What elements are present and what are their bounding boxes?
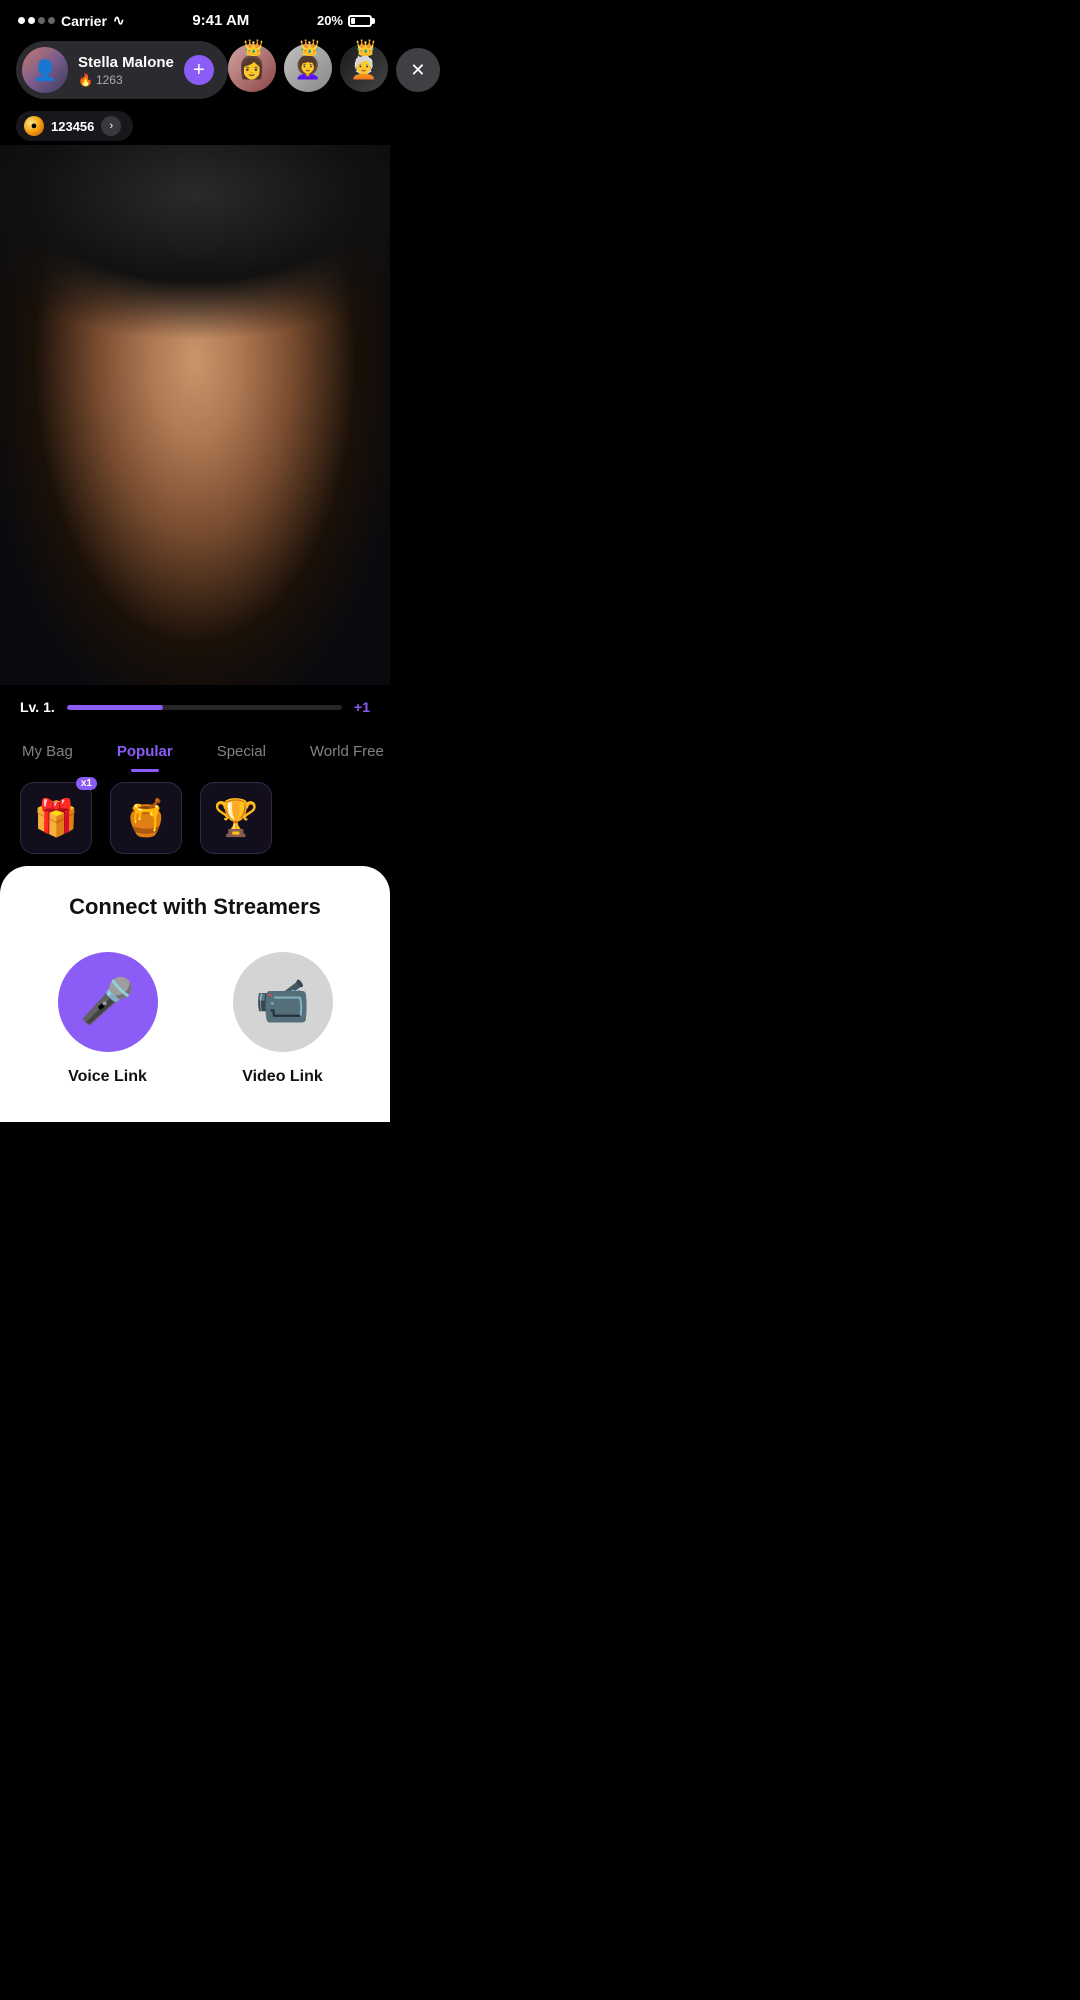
wifi-icon: ∿: [113, 12, 125, 29]
battery-fill: [351, 18, 355, 24]
level-plus: +1: [354, 699, 370, 715]
coin-icon: ●: [24, 116, 44, 136]
level-progress-track: [67, 705, 342, 710]
status-bar: Carrier ∿ 9:41 AM 20%: [0, 0, 390, 35]
coin-value: 123456: [51, 119, 94, 134]
voice-link-button[interactable]: 🎤: [58, 952, 158, 1052]
carrier-label: Carrier: [61, 13, 107, 29]
signal-dot-3: [38, 17, 45, 24]
video-link-button[interactable]: 📹: [233, 952, 333, 1052]
close-button[interactable]: ✕: [396, 48, 440, 92]
level-bar-area: Lv. 1. +1: [0, 685, 390, 725]
gift-item-1[interactable]: 🎁 x1: [16, 782, 96, 854]
fire-icon: 🔥: [78, 73, 93, 87]
gift-row: 🎁 x1 🍯 🏆: [0, 772, 390, 866]
streamer-score: 🔥 1263: [78, 73, 174, 87]
gift-badge-1: x1: [76, 777, 97, 790]
streamer-info: Stella Malone 🔥 1263: [78, 54, 174, 87]
gift-box-1: 🎁 x1: [20, 782, 92, 854]
tab-mybag[interactable]: My Bag: [0, 737, 95, 766]
streamer-face-portrait: [0, 145, 390, 685]
top-overlay: 👤 Stella Malone 🔥 1263 + 👑 👩 👑 👩‍🦱 👑 🧑‍🦳…: [0, 35, 390, 107]
coin-strip: ● 123456 ›: [0, 107, 390, 145]
gift-tabs: My Bag Popular Special World Free Fi...: [0, 725, 390, 772]
video-link-label: Video Link: [242, 1068, 323, 1086]
video-area: [0, 145, 390, 685]
streamer-avatar: 👤: [22, 47, 68, 93]
status-right: 20%: [317, 13, 372, 28]
status-time: 9:41 AM: [192, 12, 249, 29]
gift-box-3: 🏆: [200, 782, 272, 854]
tab-popular[interactable]: Popular: [95, 737, 195, 766]
camera-icon: 📹: [255, 980, 310, 1024]
crown-bronze-icon: 👑: [356, 38, 376, 58]
signal-strength: [18, 17, 55, 24]
microphone-icon: 🎤: [80, 980, 135, 1024]
viewer-rank-1[interactable]: 👑 👩: [228, 44, 280, 96]
gift-box-2: 🍯: [110, 782, 182, 854]
voice-link-option[interactable]: 🎤 Voice Link: [58, 952, 158, 1086]
streamer-face-bg: [0, 145, 390, 685]
connect-title: Connect with Streamers: [20, 894, 370, 920]
add-streamer-button[interactable]: +: [184, 55, 214, 85]
gift-item-2[interactable]: 🍯: [106, 782, 186, 854]
battery-icon: [348, 15, 372, 27]
signal-dot-1: [18, 17, 25, 24]
coin-arrow-icon: ›: [101, 116, 121, 136]
signal-dot-2: [28, 17, 35, 24]
crown-silver-icon: 👑: [300, 38, 320, 58]
signal-dot-4: [48, 17, 55, 24]
level-label: Lv. 1.: [20, 699, 55, 715]
face-hat: [0, 145, 390, 388]
streamer-name: Stella Malone: [78, 54, 174, 71]
battery-percent: 20%: [317, 13, 343, 28]
viewer-rank-3[interactable]: 👑 🧑‍🦳: [340, 44, 392, 96]
video-link-option[interactable]: 📹 Video Link: [233, 952, 333, 1086]
coin-pill[interactable]: ● 123456 ›: [16, 111, 133, 141]
viewer-rank-2[interactable]: 👑 👩‍🦱: [284, 44, 336, 96]
tab-worldfree[interactable]: World Free: [288, 737, 390, 766]
crown-gold-icon: 👑: [244, 38, 264, 58]
level-progress-fill: [67, 705, 163, 710]
streamer-card[interactable]: 👤 Stella Malone 🔥 1263 +: [16, 41, 228, 99]
gift-item-3[interactable]: 🏆: [196, 782, 276, 854]
voice-link-label: Voice Link: [68, 1068, 147, 1086]
connect-options: 🎤 Voice Link 📹 Video Link: [20, 952, 370, 1086]
streamer-score-value: 1263: [96, 73, 123, 87]
status-left: Carrier ∿: [18, 12, 125, 29]
battery-body: [348, 15, 372, 27]
tab-special[interactable]: Special: [195, 737, 288, 766]
crown-viewers: 👑 👩 👑 👩‍🦱 👑 🧑‍🦳 ✕: [228, 44, 440, 96]
connect-panel: Connect with Streamers 🎤 Voice Link 📹 Vi…: [0, 866, 390, 1122]
